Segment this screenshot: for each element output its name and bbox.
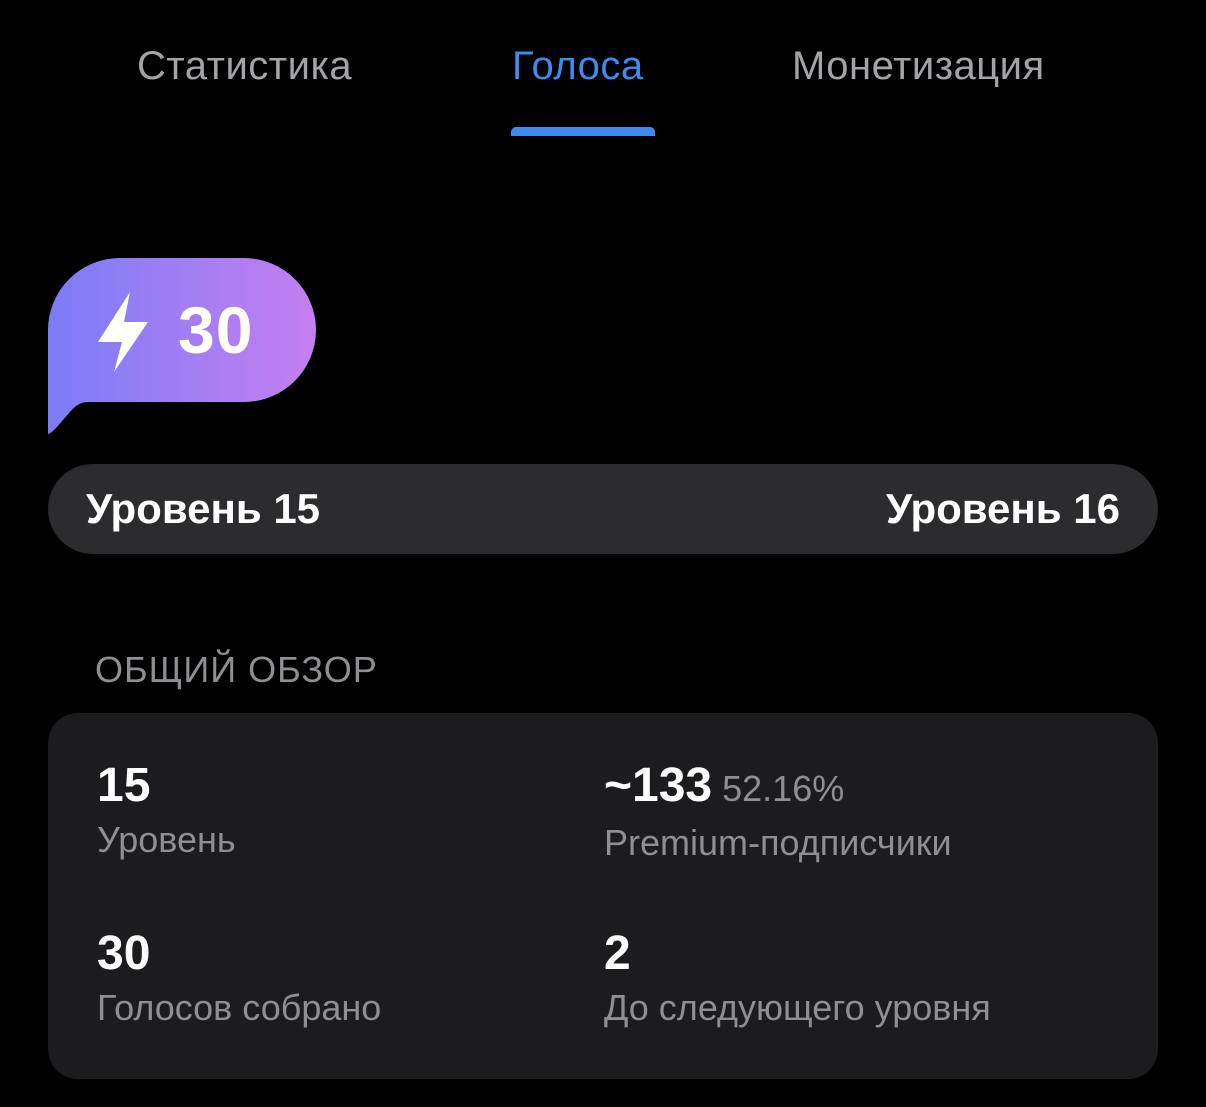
tab-votes[interactable]: Голоса bbox=[512, 40, 644, 92]
boost-count: 30 bbox=[178, 293, 254, 367]
stat-next-level-value: 2 bbox=[604, 927, 631, 980]
boosts-screen: Статистика Голоса Монетизация 30 Уровень… bbox=[0, 0, 1206, 1107]
stat-level: 15 Уровень bbox=[97, 757, 236, 863]
overview-section-title: ОБЩИЙ ОБЗОР bbox=[95, 649, 378, 690]
current-level-label: Уровень 15 bbox=[86, 485, 321, 532]
tab-statistics[interactable]: Статистика bbox=[137, 40, 352, 92]
boost-count-badge: 30 bbox=[48, 256, 316, 436]
stat-votes-value: 30 bbox=[97, 927, 151, 980]
overview-card: 15 Уровень ~133 52.16% Premium-подписчики… bbox=[48, 713, 1158, 1079]
next-level-label: Уровень 16 bbox=[885, 485, 1120, 532]
stat-premium: ~133 52.16% Premium-подписчики bbox=[604, 757, 952, 866]
stat-next-level: 2 До следующего уровня bbox=[604, 925, 991, 1031]
stat-premium-value: ~133 bbox=[604, 759, 713, 812]
stat-premium-value-row: ~133 52.16% bbox=[604, 757, 952, 818]
stat-votes: 30 Голосов собрано bbox=[97, 925, 381, 1031]
stat-votes-label: Голосов собрано bbox=[97, 987, 382, 1028]
stat-premium-label: Premium-подписчики bbox=[604, 822, 952, 863]
stat-level-value: 15 bbox=[97, 759, 151, 812]
tab-bar: Статистика Голоса Монетизация bbox=[0, 0, 1206, 140]
stat-level-label: Уровень bbox=[97, 819, 236, 860]
active-tab-indicator bbox=[511, 127, 655, 136]
stat-premium-percent: 52.16% bbox=[722, 768, 845, 809]
level-progress-bar: Уровень 15 Уровень 16 bbox=[48, 464, 1158, 554]
tab-monetization[interactable]: Монетизация bbox=[792, 40, 1045, 92]
stat-next-level-label: До следующего уровня bbox=[604, 987, 991, 1028]
